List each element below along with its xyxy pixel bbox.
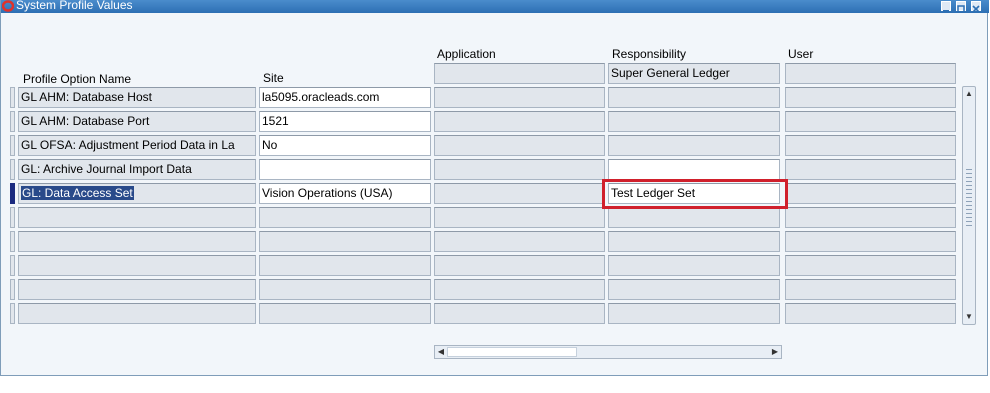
responsibility-value-field[interactable] [608,111,780,132]
system-profile-values-window: System Profile Values Profile Option Nam… [0,0,989,376]
user-value-field[interactable] [785,231,956,252]
site-value-field[interactable] [259,207,431,228]
row-selector[interactable] [10,231,15,252]
user-value-field[interactable] [785,255,956,276]
site-value-field[interactable] [259,231,431,252]
responsibility-value-field[interactable] [608,255,780,276]
responsibility-value-field[interactable] [608,207,780,228]
responsibility-value-field[interactable] [608,303,780,324]
profile-option-name-field[interactable] [18,207,256,228]
application-value-field[interactable] [434,159,605,180]
maximize-button[interactable] [956,1,966,13]
header-user: User [788,47,814,61]
application-value-field[interactable] [434,255,605,276]
row-selector[interactable] [10,111,15,132]
application-value-field[interactable] [434,207,605,228]
maximize-icon [957,5,965,13]
row-selector[interactable] [10,135,15,156]
header-responsibility: Responsibility [612,47,687,61]
scroll-right-icon[interactable]: ▶ [769,346,781,358]
site-value-field[interactable] [259,159,431,180]
titlebar: System Profile Values [1,0,989,13]
profile-option-name-field[interactable] [18,255,256,276]
site-value-field[interactable]: 1521 [259,111,431,132]
site-value-field[interactable] [259,303,431,324]
user-value-field[interactable] [785,135,956,156]
user-value-field[interactable] [785,159,956,180]
site-value-field[interactable] [259,255,431,276]
row-selector[interactable] [10,303,15,324]
scroll-up-icon[interactable]: ▲ [963,87,975,101]
responsibility-value-field[interactable] [608,231,780,252]
responsibility-level-field[interactable]: Super General Ledger [608,63,780,84]
header-site: Site [263,71,284,85]
minimize-icon [943,10,949,12]
responsibility-value-field[interactable] [608,135,780,156]
header-application: Application [437,47,496,61]
profile-option-name-field[interactable] [18,279,256,300]
application-value-field[interactable] [434,303,605,324]
profile-option-name-field[interactable]: GL AHM: Database Port [18,111,256,132]
row-selector[interactable] [10,87,15,108]
row-selector[interactable] [10,159,15,180]
window-title: System Profile Values [16,0,133,12]
close-icon [972,5,980,13]
row-selector[interactable] [10,207,15,228]
row-selector[interactable] [10,279,15,300]
profile-option-name-field[interactable]: GL OFSA: Adjustment Period Data in La [18,135,256,156]
horizontal-scrollbar[interactable]: ◀ ▶ [434,345,782,359]
responsibility-value-field[interactable] [608,279,780,300]
application-value-field[interactable] [434,231,605,252]
profile-option-name-field[interactable] [18,303,256,324]
profile-option-name-field[interactable]: GL: Archive Journal Import Data [18,159,256,180]
row-selector[interactable] [10,255,15,276]
user-value-field[interactable] [785,303,956,324]
user-value-field[interactable] [785,183,956,204]
user-value-field[interactable] [785,111,956,132]
oracle-logo-icon [2,0,14,12]
site-value-field[interactable] [259,279,431,300]
profile-option-name-field[interactable] [18,231,256,252]
application-value-field[interactable] [434,135,605,156]
user-level-field[interactable] [785,63,956,84]
scroll-down-icon[interactable]: ▼ [963,310,975,324]
application-value-field[interactable] [434,87,605,108]
site-value-field[interactable]: No [259,135,431,156]
application-value-field[interactable] [434,279,605,300]
minimize-button[interactable] [941,1,951,12]
highlight-box [602,179,788,209]
scroll-left-icon[interactable]: ◀ [435,346,447,358]
header-profile-option-name: Profile Option Name [23,72,132,86]
application-level-field[interactable] [434,63,605,84]
close-button[interactable] [971,1,981,13]
user-value-field[interactable] [785,279,956,300]
site-value-field[interactable]: Vision Operations (USA) [259,183,431,204]
site-value-field[interactable]: la5095.oracleads.com [259,87,431,108]
profile-option-name-field[interactable]: GL AHM: Database Host [18,87,256,108]
selected-profile-name: GL: Data Access Set [21,186,134,200]
application-value-field[interactable] [434,183,605,204]
application-value-field[interactable] [434,111,605,132]
user-value-field[interactable] [785,87,956,108]
scrollbar-grip[interactable] [966,169,972,229]
responsibility-value-field[interactable] [608,87,780,108]
row-selector[interactable] [10,183,15,204]
profile-option-name-field[interactable]: GL: Data Access Set [18,183,256,204]
responsibility-value-field[interactable] [608,159,780,180]
scrollbar-thumb[interactable] [447,347,577,357]
vertical-scrollbar[interactable]: ▲ ▼ [962,86,976,325]
user-value-field[interactable] [785,207,956,228]
